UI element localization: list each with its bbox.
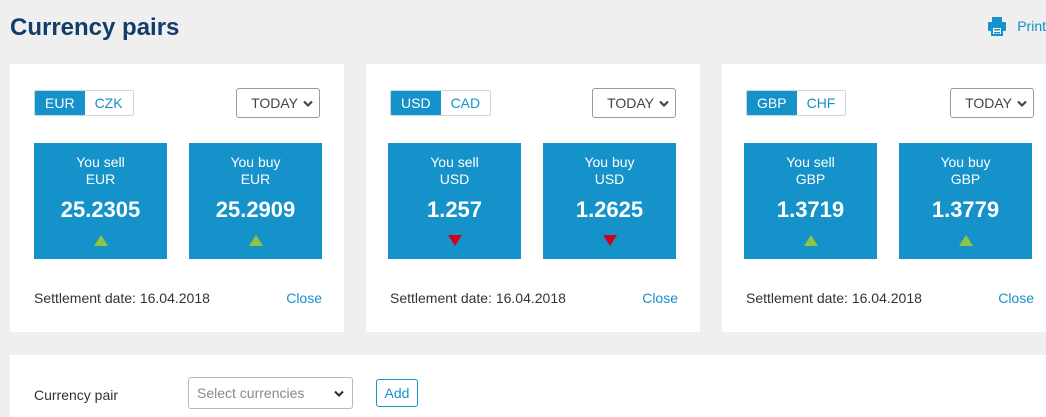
page-title: Currency pairs (10, 14, 180, 41)
base-currency-tab[interactable]: GBP (747, 91, 797, 115)
print-label: Print (1017, 18, 1046, 34)
add-button[interactable]: Add (376, 379, 418, 407)
close-link[interactable]: Close (286, 290, 322, 306)
buy-label: You buy (584, 154, 635, 170)
chevron-down-icon (303, 95, 313, 111)
period-select[interactable]: TODAY (236, 88, 320, 118)
chevron-down-icon (659, 95, 669, 111)
currency-pair-card: GBP CHF TODAY You sell GBP 1.3719 You bu… (722, 64, 1046, 332)
period-select[interactable]: TODAY (950, 88, 1034, 118)
sell-rate-value: 25.2305 (60, 197, 141, 222)
currency-pair-select[interactable]: Select currencies (188, 377, 353, 409)
sell-rate-value: 1.257 (426, 197, 483, 222)
add-currency-pair-bar: Currency pair Select currencies Add (10, 355, 1046, 417)
currency-pair-toggle: EUR CZK (34, 90, 134, 116)
currency-select-placeholder: Select currencies (197, 385, 305, 401)
settlement-date: Settlement date: 16.04.2018 (746, 290, 922, 306)
currency-pair-label: Currency pair (34, 387, 119, 403)
buy-rate-value: 1.2625 (575, 197, 644, 222)
buy-rate-tile[interactable]: You buy USD 1.2625 (543, 143, 676, 259)
sell-rate-tile[interactable]: You sell EUR 25.2305 (34, 143, 167, 259)
buy-rate-value: 25.2909 (215, 197, 296, 222)
trend-up-icon (958, 235, 973, 246)
chevron-down-icon (1017, 95, 1027, 111)
close-link[interactable]: Close (998, 290, 1034, 306)
sell-currency: EUR (85, 171, 116, 187)
printer-icon (987, 16, 1007, 36)
close-link[interactable]: Close (642, 290, 678, 306)
currency-pair-toggle: GBP CHF (746, 90, 847, 116)
sell-label: You sell (430, 154, 479, 170)
buy-rate-tile[interactable]: You buy GBP 1.3779 (899, 143, 1032, 259)
period-select[interactable]: TODAY (592, 88, 676, 118)
trend-down-icon (447, 235, 462, 246)
buy-label: You buy (230, 154, 281, 170)
quote-currency-tab[interactable]: CHF (796, 91, 846, 115)
period-value: TODAY (607, 95, 654, 111)
trend-up-icon (803, 235, 818, 246)
trend-up-icon (93, 235, 108, 246)
currency-pair-card: USD CAD TODAY You sell USD 1.257 You buy… (366, 64, 700, 332)
sell-rate-tile[interactable]: You sell USD 1.257 (388, 143, 521, 259)
sell-label: You sell (786, 154, 835, 170)
buy-label: You buy (940, 154, 991, 170)
sell-rate-value: 1.3719 (776, 197, 845, 222)
buy-currency: USD (594, 171, 625, 187)
settlement-date: Settlement date: 16.04.2018 (390, 290, 566, 306)
quote-currency-tab[interactable]: CAD (440, 91, 491, 115)
settlement-date: Settlement date: 16.04.2018 (34, 290, 210, 306)
buy-rate-value: 1.3779 (931, 197, 1000, 222)
print-button[interactable]: Print (987, 16, 1046, 36)
buy-currency: GBP (950, 171, 981, 187)
period-value: TODAY (965, 95, 1012, 111)
sell-rate-tile[interactable]: You sell GBP 1.3719 (744, 143, 877, 259)
buy-rate-tile[interactable]: You buy EUR 25.2909 (189, 143, 322, 259)
trend-down-icon (602, 235, 617, 246)
sell-currency: USD (439, 171, 470, 187)
chevron-down-icon (334, 385, 344, 401)
trend-up-icon (248, 235, 263, 246)
currency-pair-card: EUR CZK TODAY You sell EUR 25.2305 You b… (10, 64, 344, 332)
sell-currency: GBP (795, 171, 826, 187)
currency-pair-toggle: USD CAD (390, 90, 492, 116)
base-currency-tab[interactable]: USD (391, 91, 441, 115)
quote-currency-tab[interactable]: CZK (84, 91, 133, 115)
sell-label: You sell (76, 154, 125, 170)
period-value: TODAY (251, 95, 298, 111)
base-currency-tab[interactable]: EUR (35, 91, 85, 115)
buy-currency: EUR (240, 171, 271, 187)
